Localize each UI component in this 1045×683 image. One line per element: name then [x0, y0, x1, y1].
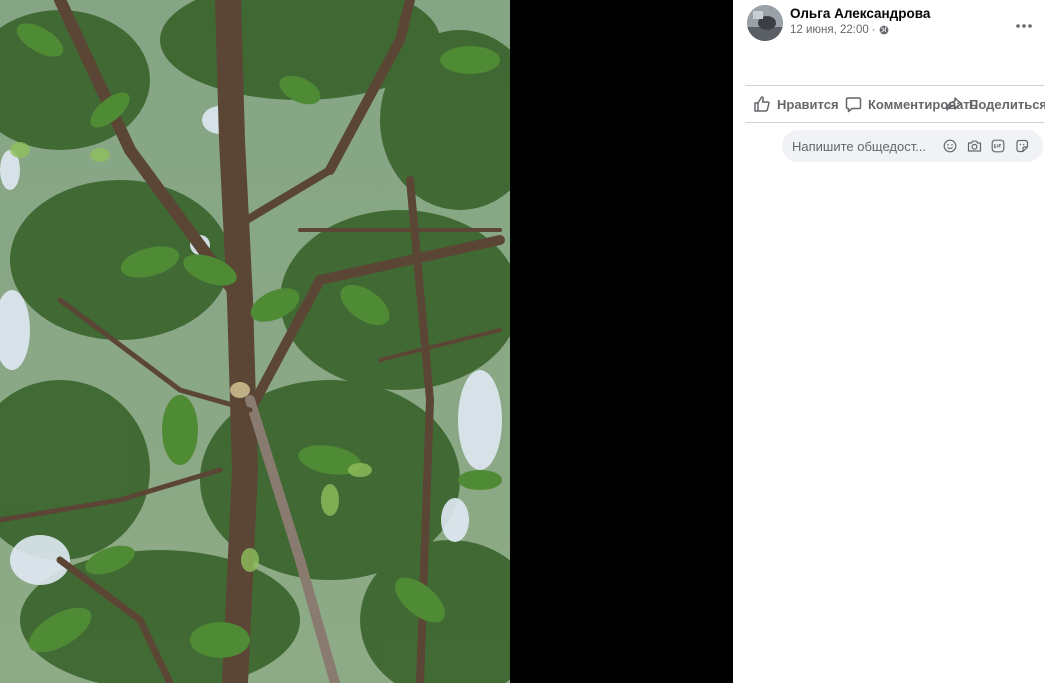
- tree-photo-image: [0, 0, 510, 683]
- comment-input[interactable]: [792, 138, 932, 154]
- author-avatar[interactable]: [747, 5, 783, 41]
- post-side-panel: Ольга Александрова 12 июня, 22:00 · Нрав…: [733, 0, 1045, 683]
- globe-icon[interactable]: [879, 25, 889, 35]
- post-photo[interactable]: [0, 0, 510, 683]
- like-label: Нравится: [777, 96, 839, 112]
- post-header: Ольга Александрова 12 июня, 22:00 ·: [747, 5, 1045, 45]
- post-actions-bar: Нравится Комментировать Поделиться: [733, 91, 1045, 117]
- actions-bottom-divider: [745, 122, 1044, 123]
- current-user-avatar: [745, 130, 777, 162]
- actions-top-divider: [745, 85, 1044, 86]
- photo-viewer: [0, 0, 733, 683]
- sticker-icon: [1016, 139, 1029, 153]
- sticker-button[interactable]: [1010, 134, 1034, 158]
- emoji-button[interactable]: [938, 134, 962, 158]
- share-icon: [946, 97, 962, 111]
- more-options-button[interactable]: [1011, 13, 1037, 39]
- camera-icon: [967, 140, 981, 152]
- post-date[interactable]: 12 июня, 22:00: [790, 24, 869, 36]
- comment-icon: [845, 96, 862, 112]
- gif-button[interactable]: [986, 134, 1010, 158]
- post-meta: 12 июня, 22:00 ·: [790, 24, 889, 36]
- like-button[interactable]: Нравится: [753, 91, 839, 117]
- comment-tools: [938, 134, 1034, 158]
- share-button[interactable]: Поделиться: [945, 91, 1045, 117]
- photo-button[interactable]: [962, 134, 986, 158]
- gif-icon: [991, 139, 1005, 153]
- emoji-icon: [943, 139, 957, 153]
- author-name[interactable]: Ольга Александрова: [790, 6, 930, 21]
- meta-separator: ·: [871, 24, 876, 36]
- avatar-photo: [747, 5, 783, 41]
- more-horizontal-icon: [1016, 24, 1032, 28]
- comment-composer: [745, 130, 1045, 162]
- share-label: Поделиться: [969, 96, 1045, 112]
- like-icon: [754, 96, 770, 112]
- comment-box[interactable]: [782, 130, 1043, 162]
